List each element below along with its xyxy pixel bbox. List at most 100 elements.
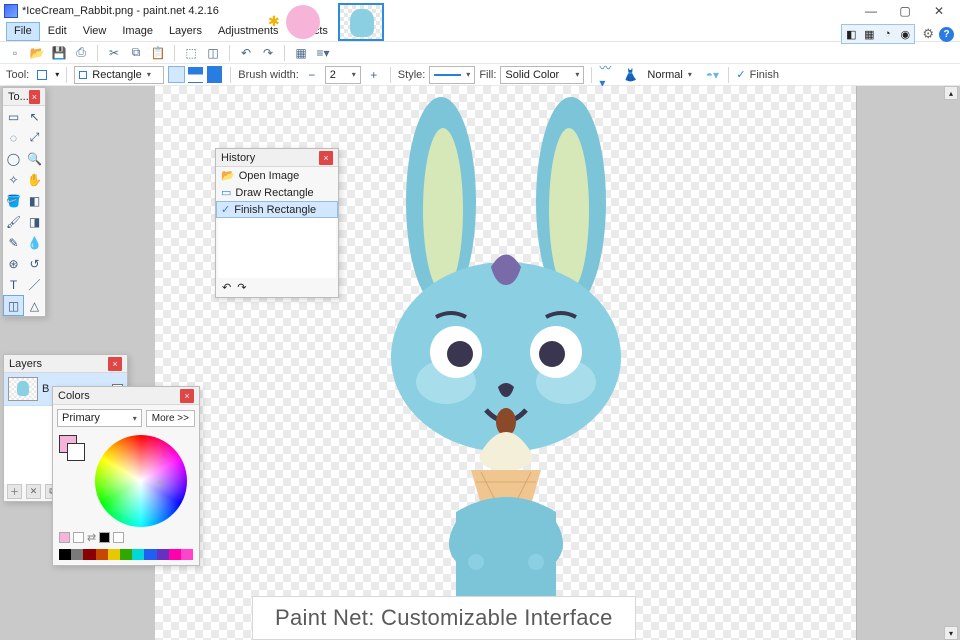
tool-paint-bucket[interactable]: 🪣 [3, 190, 24, 211]
tool-gradient[interactable]: ◧ [24, 190, 45, 211]
tool-ellipse-select[interactable]: ◯ [3, 148, 24, 169]
panel-toggle-colors[interactable]: ◉ [896, 25, 914, 43]
tool-rectangle-select[interactable]: ▭ [3, 106, 24, 127]
scrollbar-down-button[interactable]: ▾ [944, 626, 958, 640]
open-file-button[interactable]: 📂 [28, 44, 46, 62]
shape-combo[interactable]: Rectangle ▾ [74, 66, 164, 84]
finish-check-icon[interactable]: ✓ [736, 68, 745, 81]
save-button[interactable]: 💾 [50, 44, 68, 62]
undo-button[interactable]: ↶ [237, 44, 255, 62]
ruler-toggle-button[interactable]: ≡▾ [314, 44, 332, 62]
blend-icon[interactable]: 👗 [621, 66, 639, 84]
history-item[interactable]: 📂Open Image [216, 167, 338, 184]
history-panel[interactable]: History × 📂Open Image ▭Draw Rectangle ✓Fi… [215, 148, 339, 298]
tool-lasso[interactable]: ◌ [3, 127, 24, 148]
menu-file[interactable]: File [6, 22, 40, 41]
history-panel-close[interactable]: × [319, 151, 333, 165]
cut-button[interactable]: ✂ [105, 44, 123, 62]
brushwidth-decrease[interactable]: − [303, 66, 321, 84]
window-maximize-button[interactable]: ▢ [888, 1, 922, 21]
style-label: Style: [398, 69, 426, 81]
tool-pan[interactable]: ✋ [24, 169, 45, 190]
menu-image[interactable]: Image [114, 22, 161, 41]
menu-edit[interactable]: Edit [40, 22, 75, 41]
brushwidth-combo[interactable]: 2▾ [325, 66, 361, 84]
menu-layers[interactable]: Layers [161, 22, 210, 41]
colors-panel-close[interactable]: × [180, 389, 194, 403]
history-item[interactable]: ▭Draw Rectangle [216, 184, 338, 201]
tool-move[interactable]: ↖ [24, 106, 45, 127]
fill-label: Fill: [479, 69, 496, 81]
panel-toggle-tools[interactable]: ◧ [842, 25, 860, 43]
help-icon[interactable]: ? [939, 27, 954, 42]
paste-button[interactable]: 📋 [149, 44, 167, 62]
crop-button[interactable]: ⬚ [182, 44, 200, 62]
window-minimize-button[interactable]: — [854, 1, 888, 21]
tool-recolor[interactable]: ↺ [24, 253, 45, 274]
panel-toggle-history[interactable]: ▦ [860, 25, 878, 43]
history-redo-button[interactable]: ↷ [237, 281, 246, 294]
bw-white[interactable] [113, 532, 124, 543]
color-wheel[interactable] [95, 435, 187, 527]
layer-delete-button[interactable]: ✕ [26, 484, 41, 499]
deselect-button[interactable]: ◫ [204, 44, 222, 62]
recent-color-1[interactable] [59, 532, 70, 543]
folder-icon: 📂 [221, 169, 235, 182]
finish-label[interactable]: Finish [750, 69, 779, 81]
tool-eraser[interactable]: ◨ [24, 211, 45, 232]
style-combo[interactable]: ▾ [429, 66, 475, 84]
new-file-button[interactable]: ▫ [6, 44, 24, 62]
tool-magic-wand[interactable]: ✧ [3, 169, 24, 190]
color-mode-combo[interactable]: Primary▾ [57, 409, 142, 427]
rectangle-icon: ▭ [221, 186, 231, 199]
current-tool-icon[interactable] [33, 66, 51, 84]
shape-outline-option[interactable] [168, 66, 185, 83]
tools-panel-close[interactable]: × [29, 90, 40, 104]
document-thumbnail[interactable] [338, 3, 384, 41]
tool-color-picker[interactable]: 💧 [24, 232, 45, 253]
tool-line[interactable]: ／ [24, 274, 45, 295]
tools-panel-title: To... [8, 91, 29, 103]
tool-zoom[interactable]: 🔍 [24, 148, 45, 169]
layer-opacity-button[interactable]: ◓▾ [703, 66, 721, 84]
history-item-selected[interactable]: ✓Finish Rectangle [216, 201, 338, 218]
colors-more-button[interactable]: More >> [146, 410, 195, 427]
antialias-button[interactable]: 〰▾ [599, 66, 617, 84]
tool-move-selection[interactable]: ⤢ [24, 127, 45, 148]
print-button[interactable]: ⎙ [72, 44, 90, 62]
tool-options-bar: Tool: ▾ Rectangle ▾ Brush width: − 2▾ + … [0, 64, 960, 86]
copy-button[interactable]: ⧉ [127, 44, 145, 62]
tool-clone-stamp[interactable]: ⊛ [3, 253, 24, 274]
tool-shapes[interactable]: ◫ [3, 295, 24, 316]
tool-shape-alt[interactable]: △ [24, 295, 45, 316]
history-panel-title: History [221, 152, 255, 164]
colors-panel-title: Colors [58, 390, 90, 402]
scrollbar-up-button[interactable]: ▴ [944, 86, 958, 100]
window-close-button[interactable]: ✕ [922, 1, 956, 21]
history-undo-button[interactable]: ↶ [222, 281, 231, 294]
panel-toggle-layers[interactable]: ◔ [878, 25, 896, 43]
tool-text[interactable]: T [3, 274, 24, 295]
redo-button[interactable]: ↷ [259, 44, 277, 62]
tool-paintbrush[interactable]: 🖌 [3, 211, 24, 232]
settings-gear-icon[interactable]: ⚙ [922, 26, 934, 42]
tool-pencil[interactable]: ✎ [3, 232, 24, 253]
recent-color-2[interactable] [73, 532, 84, 543]
color-swatch-pair[interactable] [59, 435, 89, 465]
brushwidth-increase[interactable]: + [365, 66, 383, 84]
palette-strip[interactable] [59, 549, 193, 560]
fill-combo[interactable]: Solid Color▾ [500, 66, 584, 84]
layer-add-button[interactable]: ＋ [7, 484, 22, 499]
layer-name: B [42, 383, 49, 395]
colors-panel[interactable]: Colors× Primary▾ More >> ⇄ [52, 386, 200, 566]
shape-filled-option[interactable] [187, 66, 204, 83]
layers-panel-close[interactable]: × [108, 357, 122, 371]
bw-black[interactable] [99, 532, 110, 543]
grid-toggle-button[interactable]: ▦ [292, 44, 310, 62]
shape-solid-option[interactable] [206, 66, 223, 83]
menu-view[interactable]: View [75, 22, 115, 41]
blend-value: Normal [647, 69, 682, 81]
brushwidth-label: Brush width: [238, 69, 299, 81]
blend-combo[interactable]: Normal▾ [643, 66, 699, 84]
tools-panel[interactable]: To...× ▭ ↖ ◌ ⤢ ◯ 🔍 ✧ ✋ 🪣 ◧ 🖌 ◨ ✎ 💧 ⊛ ↺ T… [2, 87, 46, 317]
